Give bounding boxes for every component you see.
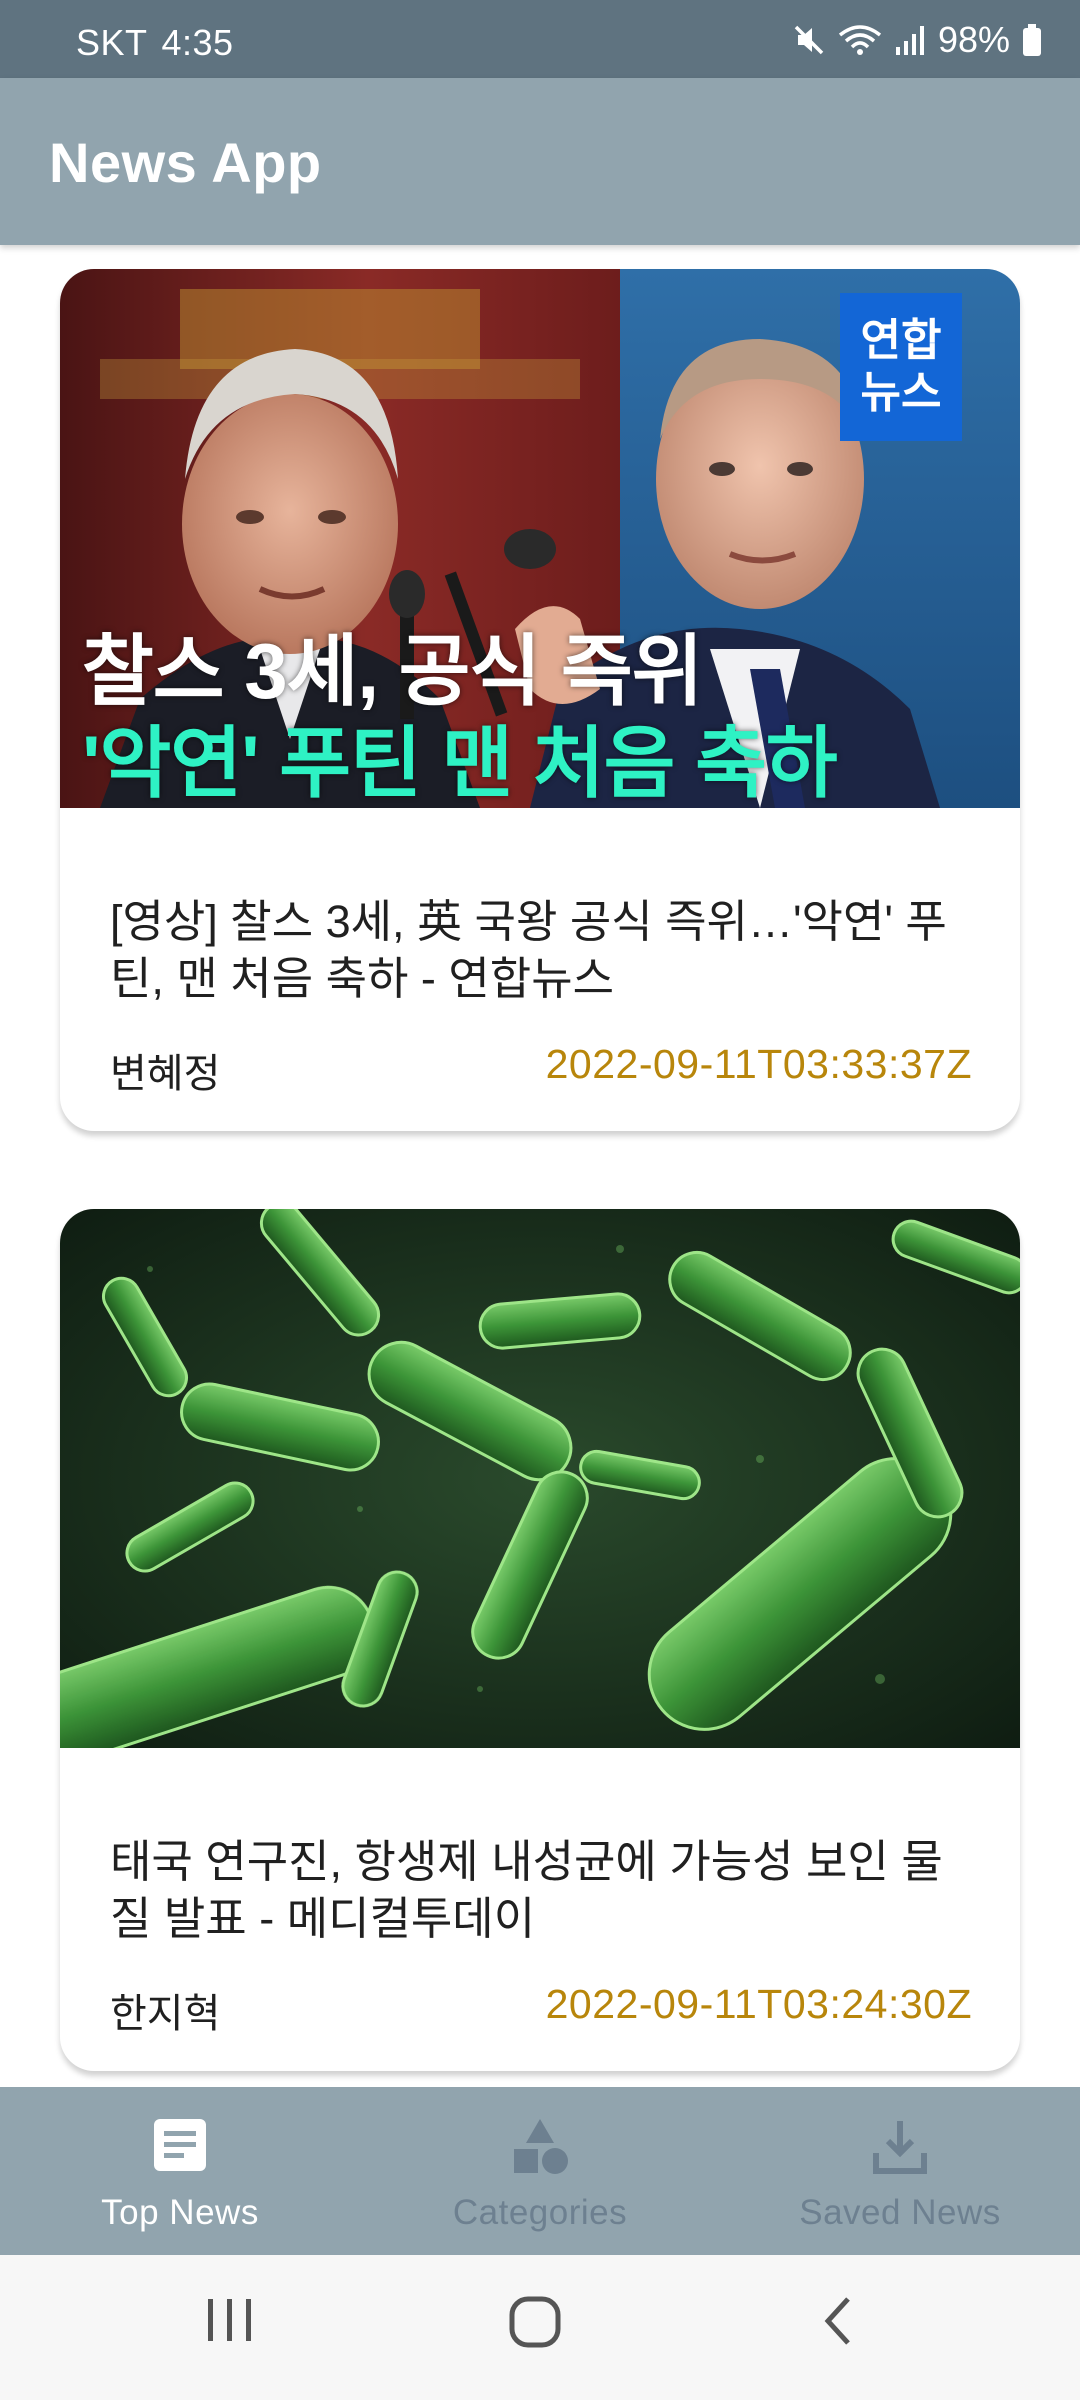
status-bar: SKT 4:35 98% — [0, 0, 1080, 78]
nav-top-news[interactable]: Top News — [0, 2087, 360, 2255]
logo-line-2: 뉴스 — [860, 368, 942, 417]
bottom-navigation: Top News Categories Saved News — [0, 2087, 1080, 2255]
battery-label: 98% — [937, 19, 1010, 60]
nav-categories-label: Categories — [452, 2193, 628, 2232]
article-thumbnail — [60, 1209, 1020, 1748]
app-title: News App — [49, 131, 322, 194]
system-navigation-bar — [0, 2255, 1080, 2400]
carrier-label: SKT — [76, 22, 148, 63]
nav-categories[interactable]: Categories — [360, 2087, 720, 2255]
recents-icon[interactable] — [204, 2293, 256, 2354]
thumbnail-caption-line-2: '악연' 푸틴 맨 처음 축하 — [82, 719, 838, 807]
home-icon[interactable] — [508, 2293, 564, 2354]
status-left: SKT 4:35 — [76, 22, 248, 64]
logo-line-1: 연합 — [860, 316, 942, 365]
article-author: 한지혁 — [110, 1992, 221, 2036]
article-title: [영상] 찰스 3세, 英 국왕 공식 즉위…'악연' 푸틴, 맨 처음 축하 … — [110, 896, 947, 1004]
article-author: 변혜정 — [110, 1052, 221, 1096]
nav-saved-news[interactable]: Saved News — [720, 2087, 1080, 2255]
app-bar: News App — [0, 78, 1080, 245]
nav-top-news-label: Top News — [101, 2193, 259, 2232]
download-icon — [870, 2117, 930, 2182]
news-agency-logo: 연합 뉴스 — [840, 293, 962, 441]
battery-icon — [1022, 23, 1042, 57]
article-date: 2022-09-11T03:33:37Z — [545, 1041, 972, 1087]
article-card[interactable]: 태국 연구진, 항생제 내성균에 가능성 보인 물질 발표 - 메디컬투데이 한… — [60, 1209, 1020, 2071]
article-date: 2022-09-11T03:24:30Z — [545, 1981, 972, 2027]
article-title: 태국 연구진, 항생제 내성균에 가능성 보인 물질 발표 - 메디컬투데이 — [110, 1836, 943, 1944]
article-icon — [152, 2117, 208, 2178]
status-right: 98% — [792, 18, 1042, 62]
nav-saved-news-label: Saved News — [799, 2193, 1001, 2232]
article-thumbnail: 연합 뉴스 찰스 3세, 공식 즉위 '악연' 푸틴 맨 처음 축하 — [60, 269, 1020, 808]
category-shapes-icon — [510, 2117, 570, 2182]
article-list[interactable]: 연합 뉴스 찰스 3세, 공식 즉위 '악연' 푸틴 맨 처음 축하 [영상] … — [0, 245, 1080, 2087]
mute-icon — [792, 23, 826, 57]
article-card[interactable]: 연합 뉴스 찰스 3세, 공식 즉위 '악연' 푸틴 맨 처음 축하 [영상] … — [60, 269, 1020, 1131]
signal-icon — [894, 23, 926, 57]
wifi-icon — [838, 23, 882, 57]
clock: 4:35 — [161, 22, 234, 63]
back-icon[interactable] — [818, 2293, 858, 2354]
